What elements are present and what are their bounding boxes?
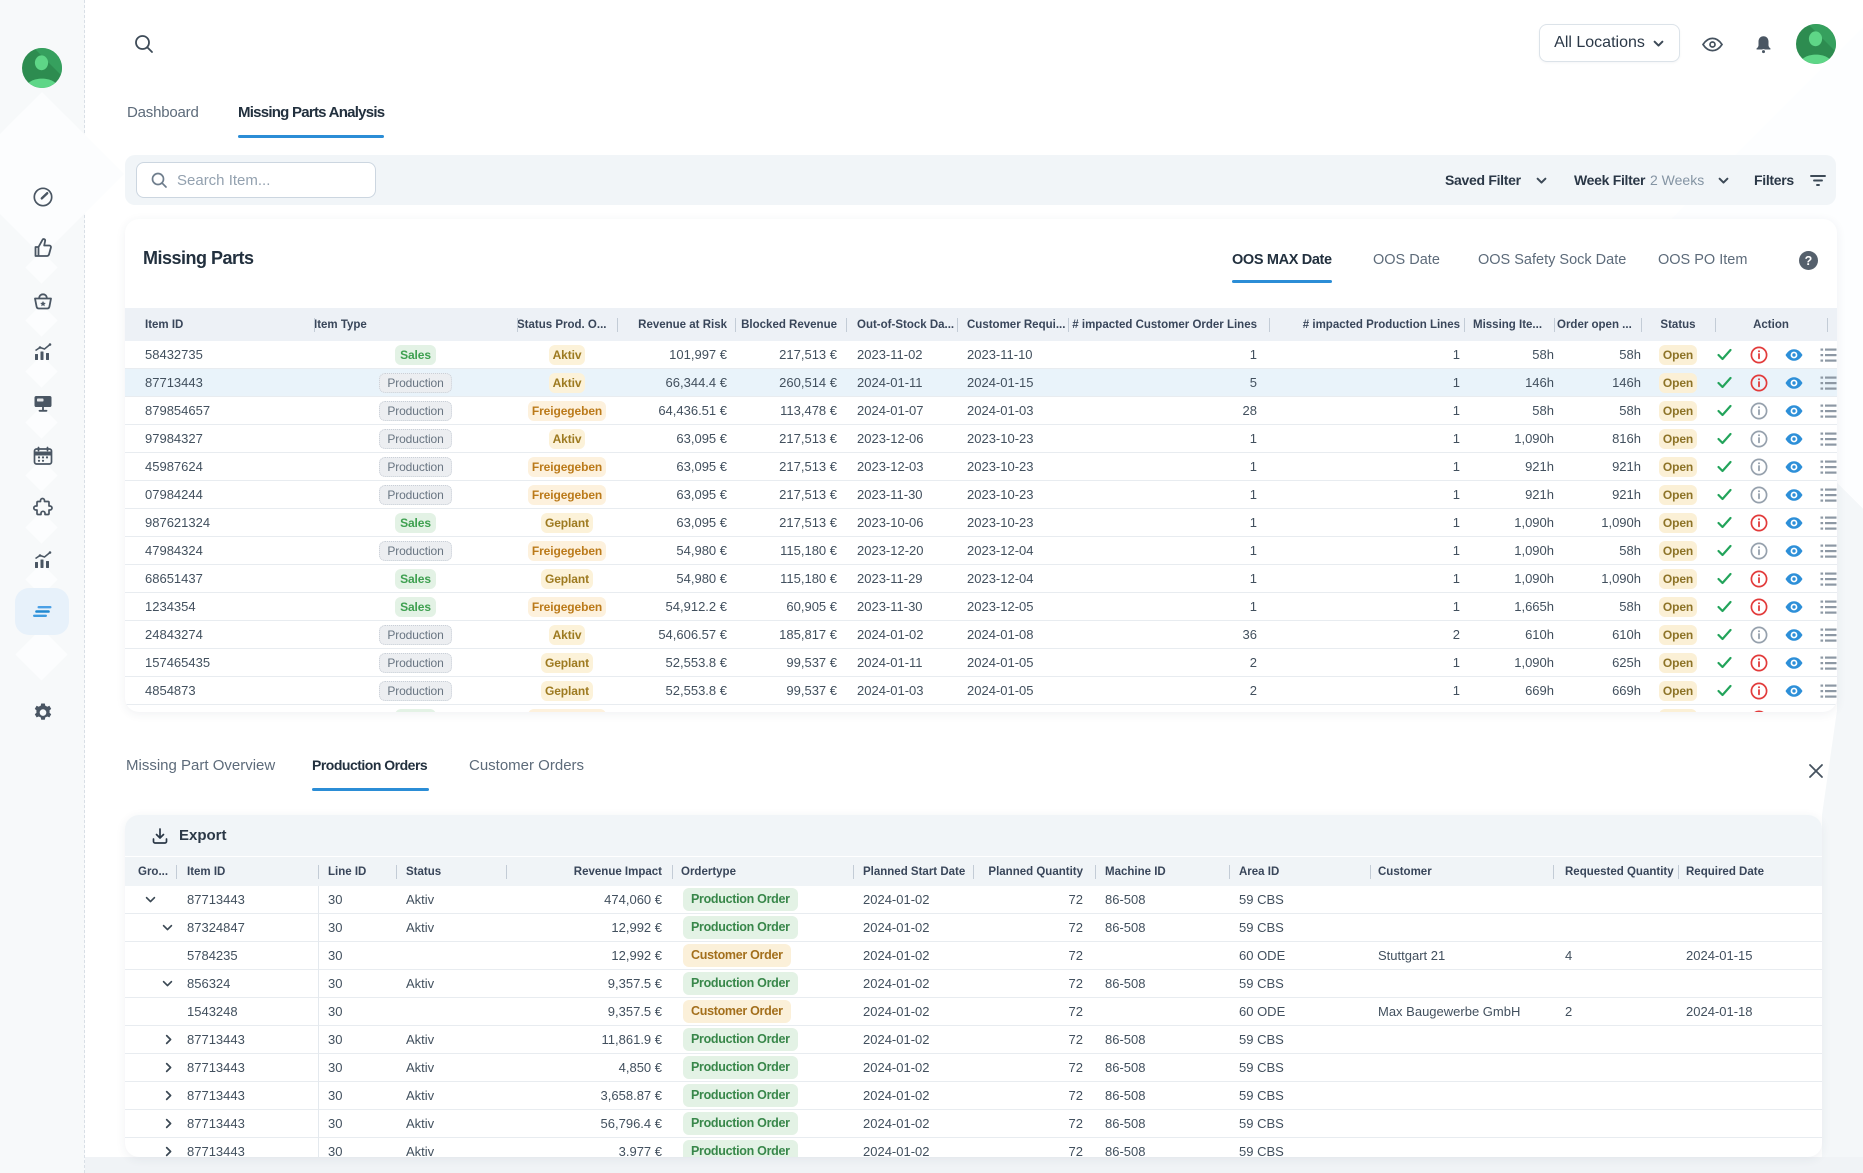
svg-text:?: ? [1805,254,1813,268]
